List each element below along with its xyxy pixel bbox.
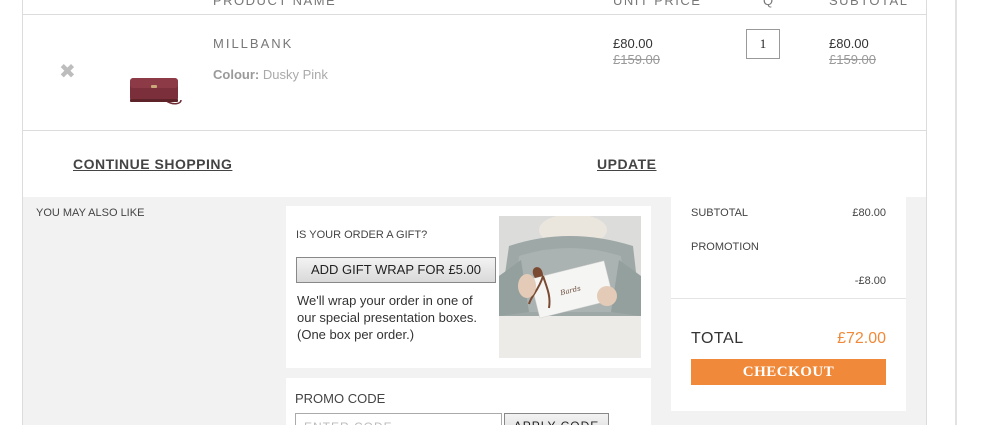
line-subtotal-current: £80.00 — [829, 36, 869, 51]
header-product: PRODUCT NAME — [213, 0, 337, 8]
line-subtotal: £80.00 £159.00 — [829, 36, 876, 68]
page-scroll-edge — [955, 0, 957, 425]
you-may-also-like-title: YOU MAY ALSO LIKE — [36, 207, 145, 219]
total-label: TOTAL — [691, 330, 744, 347]
close-icon[interactable]: ✖ — [59, 62, 76, 82]
product-name[interactable]: MILLBANK — [213, 36, 293, 51]
summary-promotion-value: -£8.00 — [854, 275, 886, 287]
summary-subtotal-label: SUBTOTAL — [691, 207, 749, 219]
order-summary: SUBTOTAL £80.00 PROMOTION -£8.00 TOTAL £… — [671, 197, 906, 411]
summary-promotion-label: PROMOTION — [691, 241, 759, 253]
summary-subtotal-value: £80.00 — [852, 207, 886, 219]
header-divider — [23, 14, 926, 15]
gift-wrap-box: IS YOUR ORDER A GIFT? ADD GIFT WRAP FOR … — [286, 206, 651, 368]
promo-code-label: PROMO CODE — [295, 391, 386, 406]
product-colour: Colour: Dusky Pink — [213, 67, 328, 82]
colour-label: Colour: — [213, 67, 260, 82]
continue-shopping-link[interactable]: CONTINUE SHOPPING — [73, 156, 232, 172]
product-image[interactable] — [127, 66, 183, 110]
unit-price-current: £80.00 — [613, 36, 653, 51]
add-gift-wrap-button[interactable]: ADD GIFT WRAP FOR £5.00 — [296, 257, 496, 283]
promo-code-input[interactable]: ENTER CODE — [295, 413, 502, 425]
header-qty: Q — [763, 0, 775, 8]
checkout-button[interactable]: CHECKOUT — [691, 359, 886, 385]
update-cart-link[interactable]: UPDATE — [597, 156, 657, 172]
total-value: £72.00 — [837, 330, 886, 347]
gift-photo: Bards — [499, 216, 641, 358]
unit-price-was: £159.00 — [613, 52, 660, 67]
apply-code-button[interactable]: APPLY CODE — [504, 413, 609, 425]
cart-table: PRODUCT NAME UNIT PRICE Q SUBTOTAL ✖ MIL… — [22, 0, 927, 197]
gift-description: We'll wrap your order in one of our spec… — [297, 293, 477, 342]
quantity-input[interactable]: 1 — [746, 29, 780, 59]
unit-price: £80.00 £159.00 — [613, 36, 660, 68]
gift-question: IS YOUR ORDER A GIFT? — [296, 229, 428, 241]
line-subtotal-was: £159.00 — [829, 52, 876, 67]
header-subtotal: SUBTOTAL — [829, 0, 909, 8]
summary-divider — [671, 298, 906, 299]
header-unit-price: UNIT PRICE — [613, 0, 702, 8]
promo-code-box: PROMO CODE ENTER CODE APPLY CODE — [286, 378, 651, 425]
row-divider — [23, 130, 926, 131]
colour-value: Dusky Pink — [262, 67, 328, 82]
